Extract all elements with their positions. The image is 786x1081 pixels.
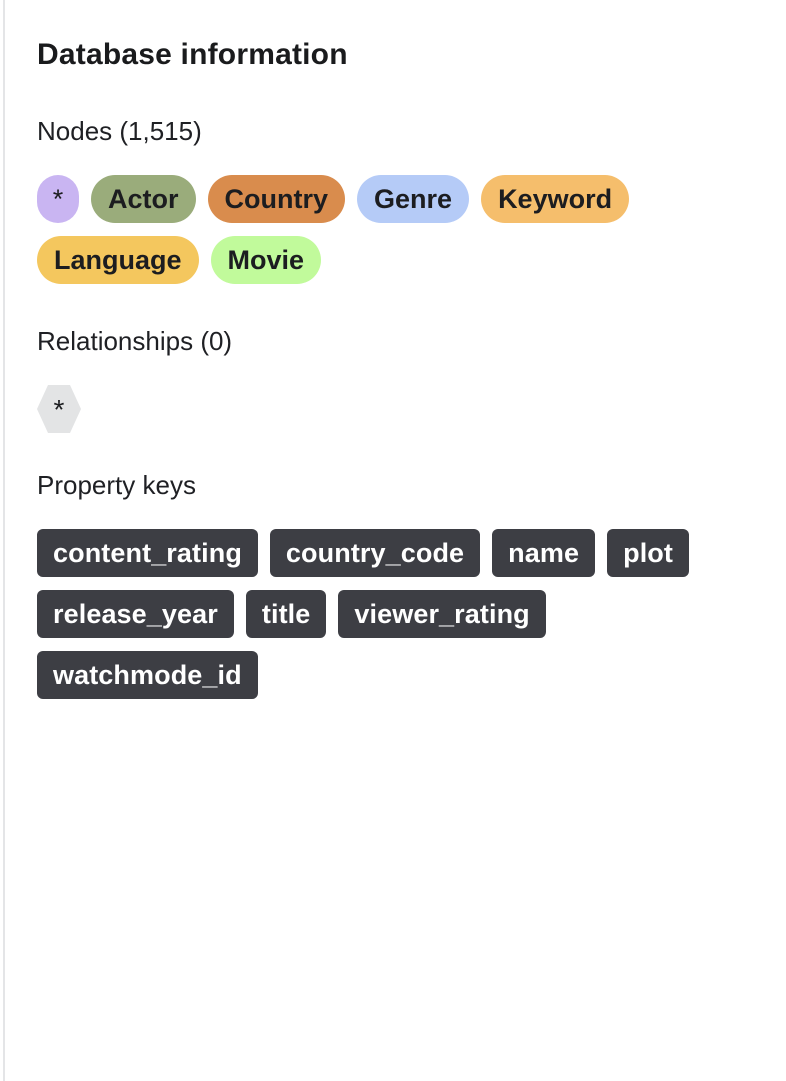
property-key-name[interactable]: name xyxy=(492,529,596,577)
node-label-language[interactable]: Language xyxy=(37,236,199,284)
property-key-content-rating[interactable]: content_rating xyxy=(37,529,258,577)
property-key-viewer-rating[interactable]: viewer_rating xyxy=(338,590,546,638)
node-label-movie[interactable]: Movie xyxy=(210,236,322,284)
node-label-all[interactable]: * xyxy=(37,175,79,223)
property-key-country-code[interactable]: country_code xyxy=(269,529,481,577)
node-label-genre[interactable]: Genre xyxy=(357,175,470,223)
property-key-title[interactable]: title xyxy=(245,590,327,638)
relationship-type-all[interactable]: * xyxy=(37,385,81,433)
relationships-section-label: Relationships (0) xyxy=(37,326,233,356)
node-labels-list: * Actor Country Genre Keyword Language M… xyxy=(37,175,757,284)
property-key-watchmode-id[interactable]: watchmode_id xyxy=(37,651,258,699)
node-label-actor[interactable]: Actor xyxy=(91,175,196,223)
property-keys-list: content_rating country_code name plot re… xyxy=(37,529,727,699)
property-keys-section-label: Property keys xyxy=(37,470,196,500)
node-label-country[interactable]: Country xyxy=(207,175,346,223)
property-key-plot[interactable]: plot xyxy=(607,529,689,577)
panel-title: Database information xyxy=(37,38,348,71)
nodes-section-label: Nodes (1,515) xyxy=(37,116,202,146)
panel-left-border xyxy=(3,0,5,1081)
property-key-release-year[interactable]: release_year xyxy=(37,590,234,638)
relationship-types-list: * xyxy=(37,385,81,433)
node-label-keyword[interactable]: Keyword xyxy=(481,175,630,223)
